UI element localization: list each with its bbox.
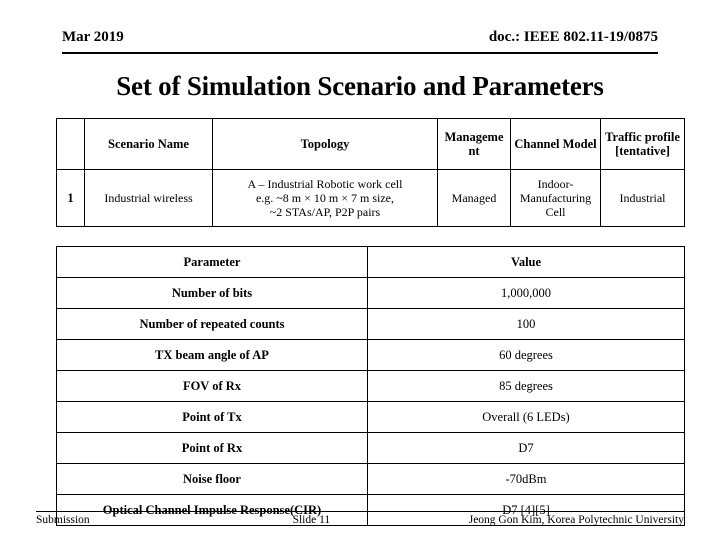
param-name-cell: TX beam angle of AP: [56, 339, 368, 371]
param-name-cell: Point of Rx: [56, 432, 368, 464]
slide-header: Mar 2019 doc.: IEEE 802.11-19/0875: [62, 28, 658, 54]
param-value-cell: 1,000,000: [367, 277, 685, 309]
param-value-cell: D7: [367, 432, 685, 464]
scenario-cell-name: Industrial wireless: [84, 169, 213, 227]
scenario-col-name-header: Scenario Name: [84, 118, 213, 170]
scenario-cell-topology: A – Industrial Robotic work cell e.g. ~8…: [212, 169, 438, 227]
param-name-cell: Point of Tx: [56, 401, 368, 433]
footer-slide-number: Slide 11: [292, 514, 331, 526]
param-value-cell: Overall (6 LEDs): [367, 401, 685, 433]
scenario-cell-index: 1: [56, 169, 85, 227]
scenario-col-channel-model-header: Channel Model: [510, 118, 601, 170]
scenario-cell-management: Managed: [437, 169, 511, 227]
table-row: Noise floor -70dBm: [56, 463, 685, 495]
table-row: Number of bits 1,000,000: [56, 277, 685, 309]
scenario-cell-channel-model: Indoor-Manufacturing Cell: [510, 169, 601, 227]
parameter-table: Parameter Value Number of bits 1,000,000…: [56, 246, 685, 526]
slide-footer: Submission Slide 11 Jeong Gon Kim, Korea…: [36, 511, 684, 527]
scenario-col-index-header: [56, 118, 85, 170]
param-value-cell: 85 degrees: [367, 370, 685, 402]
table-row: Number of repeated counts 100: [56, 308, 685, 340]
param-name-cell: FOV of Rx: [56, 370, 368, 402]
param-name-cell: Number of bits: [56, 277, 368, 309]
scenario-cell-traffic-profile: Industrial: [600, 169, 685, 227]
footer-author: Jeong Gon Kim, Korea Polytechnic Univers…: [468, 514, 684, 526]
table-row: TX beam angle of AP 60 degrees: [56, 339, 685, 371]
header-doc-number: doc.: IEEE 802.11-19/0875: [488, 29, 658, 45]
header-date: Mar 2019: [62, 29, 124, 45]
table-header-row: Parameter Value: [56, 246, 685, 278]
param-name-cell: Noise floor: [56, 463, 368, 495]
param-col-value-header: Value: [367, 246, 685, 278]
page-title: Set of Simulation Scenario and Parameter…: [116, 71, 604, 101]
scenario-col-topology-header: Topology: [212, 118, 438, 170]
table-row: Point of Tx Overall (6 LEDs): [56, 401, 685, 433]
footer-submission-label: Submission: [36, 514, 90, 526]
scenario-table: Scenario Name Topology Manageme nt Chann…: [56, 118, 685, 227]
param-name-cell: Number of repeated counts: [56, 308, 368, 340]
param-value-cell: 100: [367, 308, 685, 340]
param-value-cell: -70dBm: [367, 463, 685, 495]
table-header-row: Scenario Name Topology Manageme nt Chann…: [56, 118, 685, 170]
table-row: 1 Industrial wireless A – Industrial Rob…: [56, 169, 685, 227]
table-row: FOV of Rx 85 degrees: [56, 370, 685, 402]
table-row: Point of Rx D7: [56, 432, 685, 464]
param-col-parameter-header: Parameter: [56, 246, 368, 278]
param-value-cell: 60 degrees: [367, 339, 685, 371]
scenario-col-management-header: Manageme nt: [437, 118, 511, 170]
scenario-col-traffic-profile-header: Traffic profile [tentative]: [600, 118, 685, 170]
